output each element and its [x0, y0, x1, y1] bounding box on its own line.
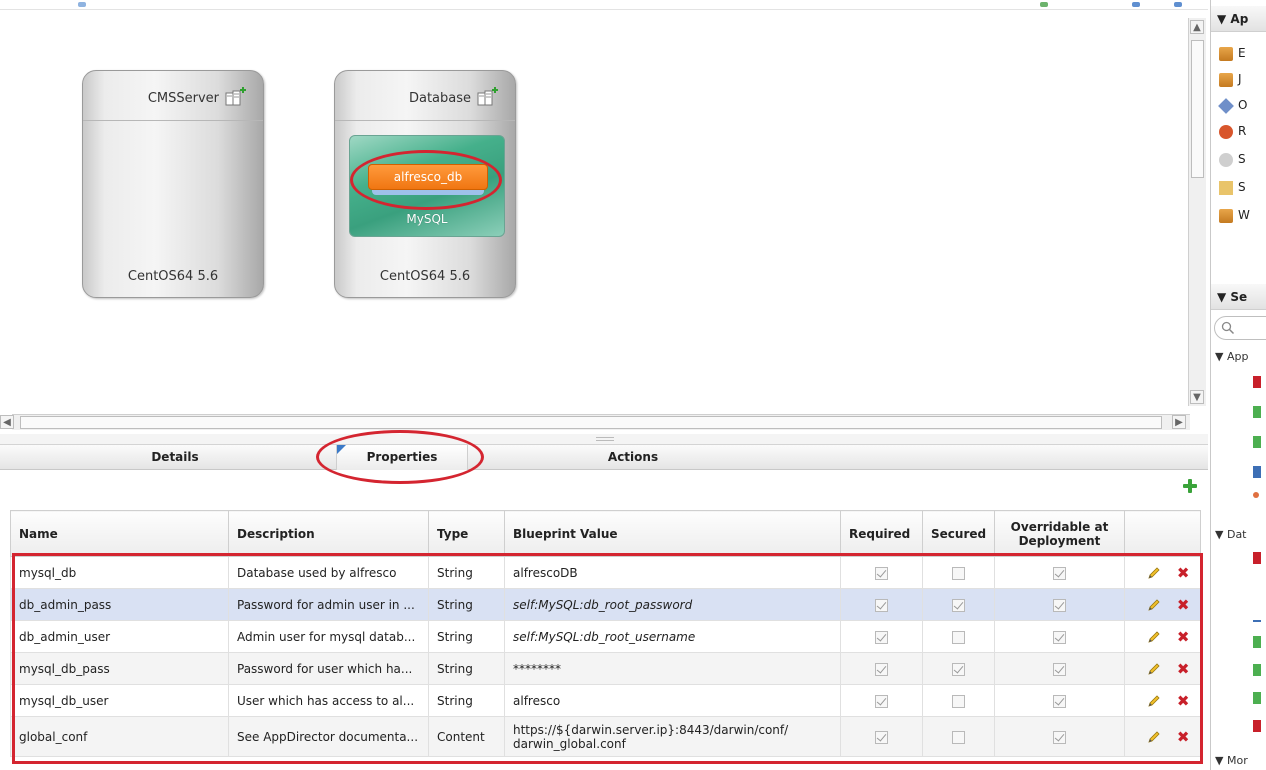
palette-subgroup-label: App — [1226, 350, 1249, 363]
table-header-row: Name Description Type Blueprint Value Re… — [10, 510, 1201, 557]
sql-icon — [1219, 180, 1233, 195]
column-header-blueprint-value[interactable]: Blueprint Value — [504, 510, 841, 557]
java-cup-icon — [1219, 208, 1233, 223]
java-cup-icon — [1219, 46, 1233, 61]
palette-subgroup-label: Dat — [1226, 528, 1247, 541]
palette-item[interactable]: J — [1219, 68, 1242, 90]
vertical-scroll-thumb[interactable] — [1191, 40, 1204, 178]
column-header-secured[interactable]: Secured — [922, 510, 995, 557]
column-header-required[interactable]: Required — [840, 510, 923, 557]
palette-item[interactable]: S — [1219, 148, 1246, 170]
status-swatch — [1253, 406, 1261, 418]
status-swatch — [1253, 664, 1261, 676]
scroll-right-icon[interactable]: ▶ — [1172, 415, 1186, 429]
palette-subgroup[interactable]: ▼ Dat — [1215, 528, 1247, 541]
palette-item[interactable]: S — [1219, 176, 1246, 198]
column-header-overridable[interactable]: Overridable at Deployment — [994, 510, 1125, 557]
node-title: Database — [408, 91, 471, 106]
scroll-left-icon[interactable]: ◀ — [0, 415, 14, 429]
scroll-down-icon[interactable]: ▼ — [1190, 390, 1204, 404]
palette-section-title: Ap — [1230, 12, 1249, 26]
right-palette-panel: ▼ Ap E J O R S S W ▼ Se ▼ App ▼ Dat ▼ Mo… — [1210, 0, 1266, 770]
status-swatch — [1253, 692, 1261, 704]
palette-item-label: J — [1238, 72, 1242, 86]
add-to-node-icon[interactable] — [225, 87, 247, 107]
status-swatch — [1253, 620, 1261, 622]
column-header-name[interactable]: Name — [10, 510, 229, 557]
panel-splitter[interactable] — [0, 434, 1208, 444]
status-swatch — [1253, 466, 1261, 478]
palette-subgroup[interactable]: ▼ Mor — [1215, 754, 1248, 767]
column-header-actions — [1124, 510, 1201, 557]
search-icon — [1221, 321, 1235, 335]
highlight-oval-properties-tab — [316, 430, 484, 484]
add-to-node-icon[interactable] — [477, 87, 499, 107]
palette-item[interactable]: O — [1218, 94, 1248, 116]
green-plus-icon[interactable] — [1182, 478, 1198, 494]
status-swatch — [1253, 492, 1259, 498]
palette-item-label: E — [1238, 46, 1246, 60]
java-cup-icon — [1219, 72, 1233, 87]
palette-item[interactable]: R — [1219, 120, 1246, 142]
search-input[interactable] — [1214, 316, 1266, 340]
toolbar-fragment — [78, 2, 86, 7]
status-swatch — [1253, 636, 1261, 648]
status-swatch — [1253, 376, 1261, 388]
node-header: Database — [335, 71, 515, 121]
service-label: MySQL — [406, 212, 448, 226]
toolbar-fragment — [1132, 2, 1140, 7]
script-icon — [1219, 152, 1233, 167]
detail-tabs: Details Properties Actions — [0, 444, 1208, 470]
highlight-oval-component — [350, 150, 502, 210]
node-title: CMSServer — [147, 91, 219, 106]
palette-item-label: S — [1238, 152, 1246, 166]
node-os-label: CentOS64 5.6 — [379, 269, 471, 284]
palette-subgroup[interactable]: ▼ App — [1215, 350, 1248, 363]
palette-item[interactable]: W — [1219, 204, 1250, 226]
blueprint-canvas[interactable]: CMSServer CentOS64 5.6 Database alfresco… — [0, 0, 1208, 434]
status-swatch — [1253, 552, 1261, 564]
column-header-type[interactable]: Type — [428, 510, 505, 557]
node-os-label: CentOS64 5.6 — [127, 269, 219, 284]
toolbar-strip — [0, 0, 1208, 10]
palette-item-label: O — [1238, 98, 1248, 112]
palette-item[interactable]: E — [1219, 42, 1246, 64]
toolbar-fragment — [1040, 2, 1048, 7]
highlight-rect-properties — [12, 553, 1203, 764]
status-swatch — [1253, 436, 1261, 448]
palette-section-header[interactable]: ▼ Se — [1211, 284, 1266, 310]
ruby-icon — [1219, 124, 1233, 139]
toolbar-fragment — [1174, 2, 1182, 7]
palette-subgroup-label: Mor — [1226, 754, 1248, 767]
splitter-grip-icon[interactable] — [596, 437, 614, 441]
palette-section-title: Se — [1230, 290, 1248, 304]
vertical-scrollbar[interactable]: ▲ ▼ — [1188, 18, 1206, 406]
node-cmsserver[interactable]: CMSServer CentOS64 5.6 — [82, 70, 264, 298]
palette-item-label: R — [1238, 124, 1247, 138]
palette-item-label: S — [1238, 180, 1246, 194]
tab-details[interactable]: Details — [110, 445, 240, 470]
node-header: CMSServer — [83, 71, 263, 121]
horizontal-scrollbar[interactable]: ◀ ▶ — [0, 414, 1190, 430]
scroll-up-icon[interactable]: ▲ — [1190, 20, 1204, 34]
status-swatch — [1253, 720, 1261, 732]
palette-item-label: W — [1238, 208, 1250, 222]
tab-actions[interactable]: Actions — [568, 445, 698, 470]
palette-section-header[interactable]: ▼ Ap — [1211, 6, 1266, 32]
column-header-description[interactable]: Description — [228, 510, 429, 557]
diamond-icon — [1218, 97, 1234, 114]
horizontal-scroll-thumb[interactable] — [20, 416, 1162, 429]
